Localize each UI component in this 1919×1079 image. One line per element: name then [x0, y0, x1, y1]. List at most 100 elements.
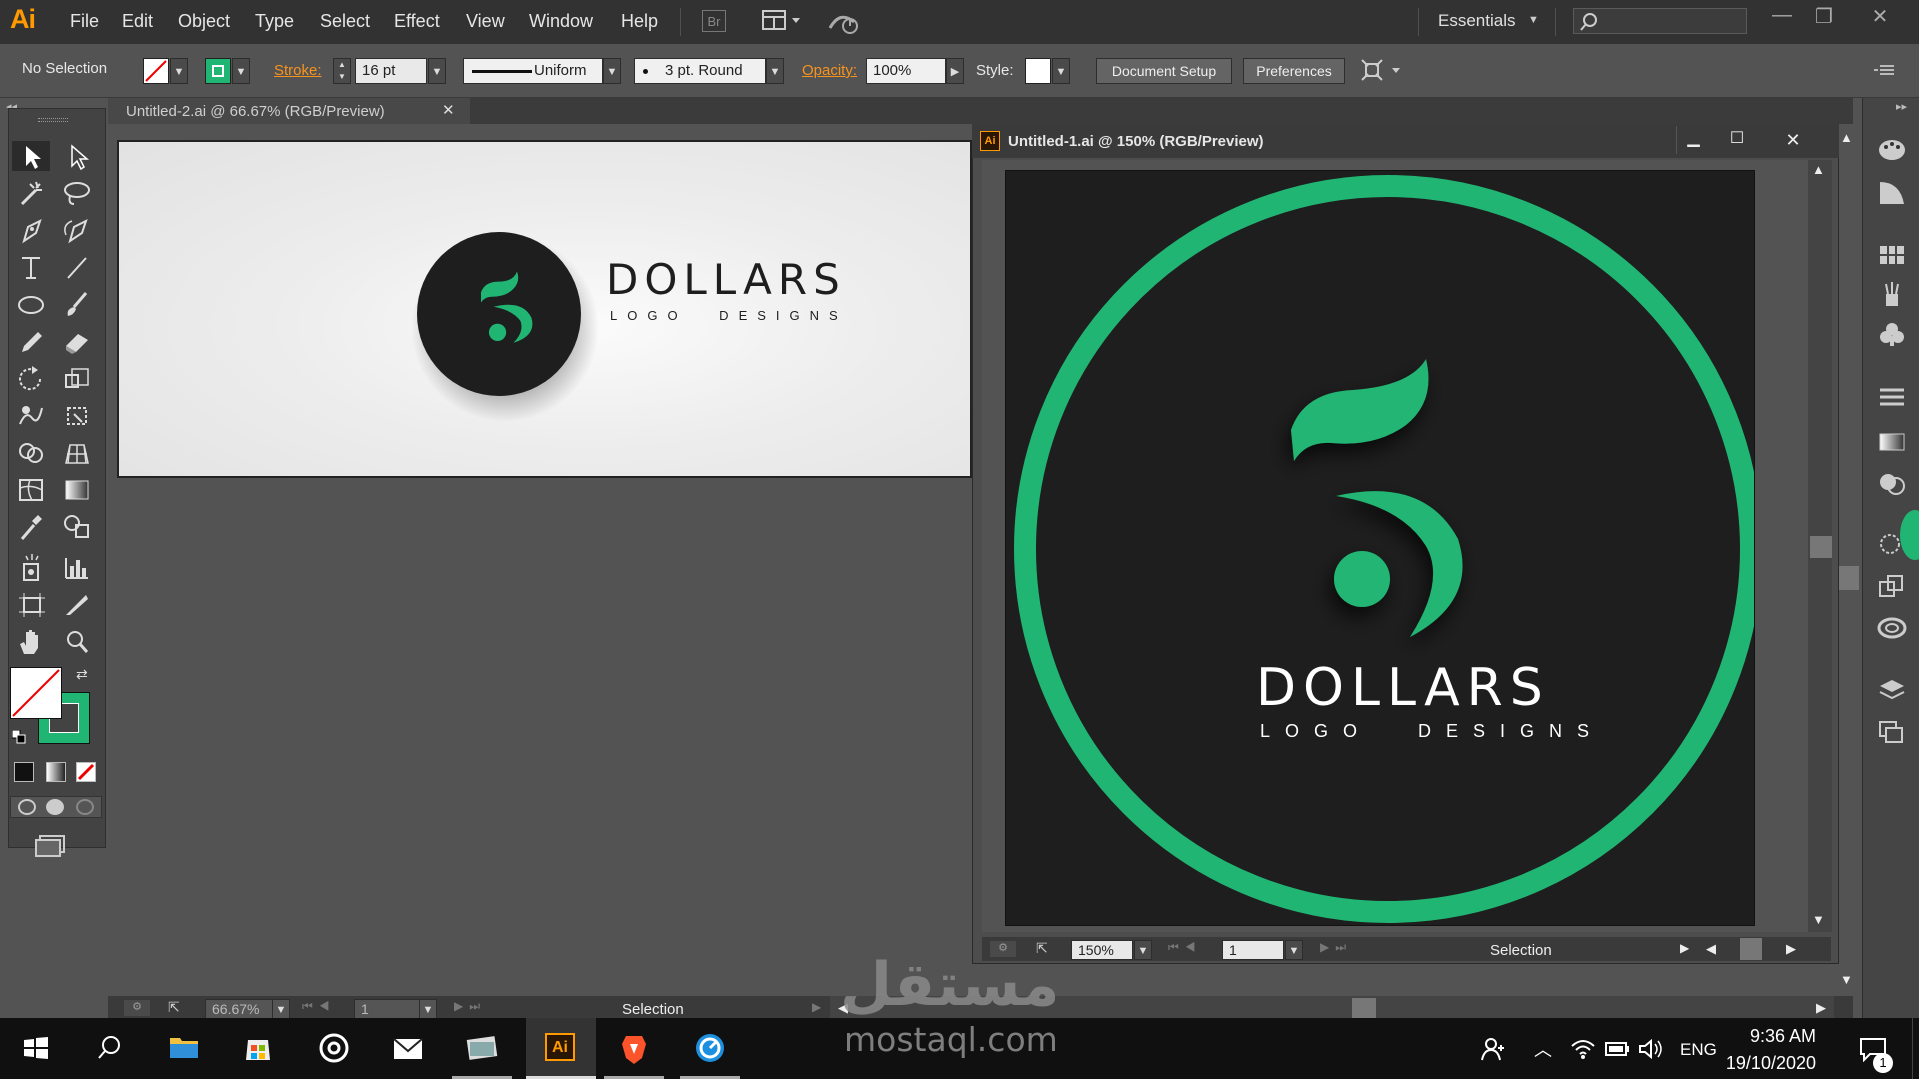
column-graph-tool-icon[interactable]: [58, 552, 96, 582]
gradient-mode-button[interactable]: [46, 762, 66, 782]
doc-maximize-button[interactable]: ☐: [1720, 126, 1754, 154]
fill-swatch[interactable]: [143, 58, 169, 84]
photos-app-icon[interactable]: [452, 1022, 512, 1074]
artboard-dropdown[interactable]: ▼: [419, 999, 437, 1019]
brave-browser-icon[interactable]: [604, 1022, 664, 1074]
gpu-performance-icon[interactable]: [826, 8, 862, 36]
magic-wand-tool-icon[interactable]: [12, 178, 50, 208]
fill-dropdown[interactable]: ▼: [170, 58, 188, 84]
menu-select[interactable]: Select: [320, 11, 370, 32]
status-menu-arrow[interactable]: ▶: [1680, 941, 1689, 955]
clock-time[interactable]: 9:36 AM: [1726, 1026, 1816, 1047]
media-app-icon[interactable]: [304, 1022, 364, 1074]
artboard-number-field[interactable]: 1: [354, 999, 420, 1019]
zoom-dropdown[interactable]: ▼: [1134, 940, 1152, 960]
scroll-left-arrow[interactable]: ◀: [1706, 941, 1716, 957]
type-tool-icon[interactable]: [12, 252, 50, 282]
stroke-swatch[interactable]: [205, 58, 231, 84]
transform-icon[interactable]: [1360, 58, 1404, 84]
scroll-right-arrow[interactable]: ▶: [1786, 941, 1796, 957]
symbol-sprayer-tool-icon[interactable]: [12, 552, 50, 582]
free-transform-tool-icon[interactable]: [58, 400, 96, 430]
artboard-nav-first-prev[interactable]: ⏮◀: [1168, 940, 1202, 955]
direct-selection-tool-icon[interactable]: [58, 141, 96, 171]
artboard-nav-next-last[interactable]: ▶⏭: [454, 999, 486, 1014]
stroke-weight-dropdown[interactable]: ▼: [428, 58, 446, 84]
panel-grip[interactable]: [38, 118, 68, 122]
brush-definition-field[interactable]: 3 pt. Round: [634, 58, 766, 84]
gpu-icon[interactable]: ⚙: [124, 1000, 150, 1016]
zoom-field[interactable]: 150%: [1071, 940, 1133, 960]
symbols-panel-icon[interactable]: [1876, 320, 1908, 348]
shape-builder-tool-icon[interactable]: [12, 437, 50, 467]
curvature-tool-icon[interactable]: [58, 215, 96, 245]
scroll-down-arrow[interactable]: ▼: [1812, 912, 1825, 927]
scrollbar-thumb[interactable]: [1810, 536, 1832, 558]
ellipse-tool-icon[interactable]: [12, 289, 50, 319]
menu-type[interactable]: Type: [255, 11, 294, 32]
doc-close-button[interactable]: ✕: [1770, 126, 1816, 154]
download-manager-icon[interactable]: [680, 1022, 740, 1074]
windows-start-icon[interactable]: [6, 1022, 66, 1074]
menu-help[interactable]: Help: [621, 11, 658, 32]
perspective-grid-tool-icon[interactable]: [58, 437, 96, 467]
eyedropper-tool-icon[interactable]: [12, 511, 50, 541]
expand-panels-icon[interactable]: ▸▸: [1896, 100, 1907, 113]
swatches-panel-icon[interactable]: [1876, 240, 1908, 268]
stroke-profile-dropdown[interactable]: ▼: [603, 58, 621, 84]
selection-tool-icon[interactable]: [12, 141, 50, 171]
none-mode-button[interactable]: [76, 762, 96, 782]
artboard-nav-first-prev[interactable]: ⏮◀: [302, 999, 336, 1014]
color-guide-icon[interactable]: [1876, 178, 1908, 206]
dock-scrollbar-thumb[interactable]: [1839, 566, 1859, 590]
brush-dropdown[interactable]: ▼: [766, 58, 784, 84]
draw-normal-icon[interactable]: [18, 799, 36, 815]
screen-mode-icon[interactable]: [34, 832, 70, 860]
stroke-panel-icon[interactable]: [1876, 384, 1908, 412]
graphic-style-swatch[interactable]: [1025, 58, 1051, 84]
hand-tool-icon[interactable]: [12, 626, 50, 656]
color-panel-icon[interactable]: [1876, 136, 1908, 164]
artboard-badge-logo[interactable]: DOLLARS LOGO DESIGNS: [1005, 170, 1755, 926]
status-menu-arrow[interactable]: ▶: [812, 1000, 821, 1014]
pen-tool-icon[interactable]: [12, 215, 50, 245]
zoom-field[interactable]: 66.67%: [205, 999, 273, 1019]
people-icon[interactable]: [1480, 1036, 1506, 1062]
clock-date[interactable]: 19/10/2020: [1716, 1053, 1816, 1074]
language-indicator[interactable]: ENG: [1680, 1040, 1717, 1060]
opacity-arrow[interactable]: ▶: [946, 58, 964, 84]
wifi-icon[interactable]: [1570, 1038, 1596, 1060]
close-button[interactable]: ✕: [1862, 4, 1898, 30]
draw-inside-icon[interactable]: [76, 799, 94, 815]
menu-object[interactable]: Object: [178, 11, 230, 32]
lasso-tool-icon[interactable]: [58, 178, 96, 208]
doc-minimize-button[interactable]: ▁: [1676, 126, 1710, 154]
default-colors-icon[interactable]: [11, 729, 26, 744]
artboard-horizontal-logo[interactable]: DOLLARS LOGO DESIGNS: [117, 140, 972, 478]
eraser-tool-icon[interactable]: [58, 326, 96, 356]
layers-panel-icon[interactable]: [1876, 676, 1908, 704]
artboard-number-field[interactable]: 1: [1222, 940, 1284, 960]
slice-tool-icon[interactable]: [58, 589, 96, 619]
minimize-button[interactable]: —: [1764, 4, 1800, 30]
battery-icon[interactable]: [1604, 1040, 1630, 1058]
paintbrush-tool-icon[interactable]: [58, 289, 96, 319]
blend-tool-icon[interactable]: [58, 511, 96, 541]
creative-cloud-libraries-icon[interactable]: [1876, 614, 1908, 642]
arrange-documents-icon[interactable]: [760, 8, 804, 34]
search-icon[interactable]: [80, 1022, 140, 1074]
brushes-panel-icon[interactable]: [1876, 280, 1908, 308]
appearance-panel-icon[interactable]: [1876, 530, 1908, 558]
graphic-style-dropdown[interactable]: ▼: [1052, 58, 1070, 84]
scroll-right-arrow[interactable]: ▶: [1816, 1000, 1826, 1016]
menu-window[interactable]: Window: [529, 11, 593, 32]
draw-behind-icon[interactable]: [46, 799, 64, 815]
panel-menu-icon[interactable]: [1872, 62, 1896, 80]
gradient-tool-icon[interactable]: [58, 474, 96, 504]
microsoft-store-icon[interactable]: [228, 1022, 288, 1074]
zoom-tool-icon[interactable]: [58, 626, 96, 656]
stroke-dropdown[interactable]: ▼: [232, 58, 250, 84]
warp-tool-icon[interactable]: [12, 400, 50, 430]
gradient-panel-icon[interactable]: [1876, 428, 1908, 456]
scroll-up-arrow[interactable]: ▲: [1812, 162, 1825, 177]
